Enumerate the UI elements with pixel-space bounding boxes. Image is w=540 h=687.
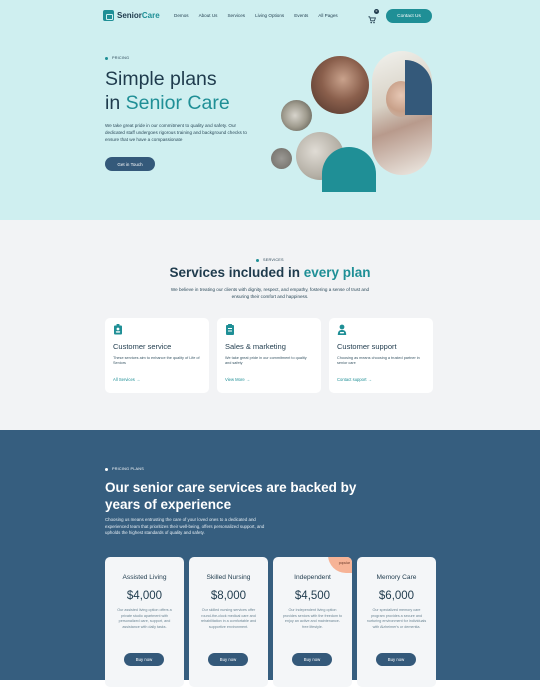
plan-name: Assisted Living xyxy=(122,574,167,581)
eyebrow-dot xyxy=(105,467,108,471)
service-card-description: These services aim to enhance the qualit… xyxy=(113,356,200,366)
pricing-title: Our senior care services are backed by y… xyxy=(105,480,357,512)
hero-section: SeniorCare Demos About Us Services Livin… xyxy=(0,0,540,220)
link-label: Contact support xyxy=(337,377,367,382)
hero-title-prefix: in xyxy=(105,92,126,114)
plan-description: Our specialized memory care program prov… xyxy=(366,608,427,630)
service-card-customer-service: Customer service These services aim to e… xyxy=(105,318,209,393)
hero-title-accent: Senior Care xyxy=(125,92,230,114)
service-card-title: Sales & marketing xyxy=(225,342,286,351)
buy-now-button[interactable]: Buy now xyxy=(376,653,416,666)
service-card-description: Choosing as means choosing a trusted par… xyxy=(337,356,420,366)
popular-badge: popular xyxy=(328,557,352,573)
popular-badge-text: popular xyxy=(338,561,350,565)
menu-item-living-options[interactable]: Living Options xyxy=(255,13,284,18)
services-title-main: Services included in xyxy=(169,265,304,280)
services-title-accent: every plan xyxy=(303,265,371,280)
buy-now-button[interactable]: Buy now xyxy=(208,653,248,666)
buy-now-button[interactable]: Buy now xyxy=(292,653,332,666)
plan-name: Memory Care xyxy=(376,574,417,581)
hero-title: Simple plans in Senior Care xyxy=(105,67,230,115)
eyebrow-dot xyxy=(105,56,108,60)
hero-decor-teal-arch xyxy=(322,147,376,192)
plan-card-assisted-living: Assisted Living $4,000 Our assisted livi… xyxy=(105,557,184,687)
arrow-right-icon: → xyxy=(245,377,251,382)
menu-item-demos[interactable]: Demos xyxy=(174,13,189,18)
pricing-description: Choosing us means entrusting the care of… xyxy=(105,517,265,536)
cart-button[interactable]: 0 xyxy=(368,9,379,24)
pricing-eyebrow: PRICING PLANS xyxy=(105,467,144,471)
eyebrow-dot xyxy=(256,258,259,262)
plan-description: Our assisted living option offers a priv… xyxy=(117,608,172,630)
cart-icon xyxy=(368,16,377,24)
support-agent-icon xyxy=(337,324,347,335)
get-in-touch-button[interactable]: Get in Touch xyxy=(105,157,155,171)
plan-price: $4,500 xyxy=(294,590,331,602)
main-menu: Demos About Us Services Living Options E… xyxy=(174,13,338,18)
plan-name: Skilled Nursing xyxy=(206,574,251,581)
arrow-right-icon: → xyxy=(136,377,141,382)
plan-price: $4,000 xyxy=(126,590,163,602)
hero-title-line1: Simple plans xyxy=(105,68,217,90)
services-eyebrow-text: SERVICES xyxy=(263,258,284,262)
contact-support-link[interactable]: Contact support → xyxy=(337,377,372,382)
service-card-description: We take great pride in our commitment to… xyxy=(225,356,307,366)
buy-now-button[interactable]: Buy now xyxy=(124,653,164,666)
plan-description: Our independent living option provides s… xyxy=(282,608,343,630)
services-eyebrow: SERVICES xyxy=(256,258,284,262)
logo-icon xyxy=(103,10,114,21)
id-badge-icon xyxy=(114,324,122,335)
hero-eyebrow: PRICING xyxy=(105,56,129,60)
pricing-section: PRICING PLANS Our senior care services a… xyxy=(0,430,540,687)
service-card-title: Customer service xyxy=(113,342,172,351)
link-label: View More xyxy=(225,377,245,382)
contact-us-button[interactable]: Contact Us xyxy=(386,9,432,23)
logo-text-accent: Care xyxy=(141,11,160,20)
service-card-customer-support: Customer support Choosing as means choos… xyxy=(329,318,433,393)
all-services-link[interactable]: All Services → xyxy=(113,377,140,382)
plan-name: Independent xyxy=(294,574,331,581)
hero-photo-elder-woman xyxy=(311,56,369,114)
top-navigation: SeniorCare Demos About Us Services Livin… xyxy=(0,0,540,32)
clipboard-icon xyxy=(226,324,234,335)
logo[interactable]: SeniorCare xyxy=(103,10,160,21)
service-card-title: Customer support xyxy=(337,342,397,351)
menu-item-about-us[interactable]: About Us xyxy=(199,13,218,18)
plan-description: Our skilled nursing services offer round… xyxy=(200,608,257,630)
hero-photo-small xyxy=(271,148,292,169)
logo-text-main: Senior xyxy=(117,11,142,20)
hero-description: We take great pride in our commitment to… xyxy=(105,123,247,142)
services-description: We believe in treating our clients with … xyxy=(170,287,370,299)
link-label: All Services xyxy=(113,377,135,382)
view-more-link[interactable]: View More → xyxy=(225,377,250,382)
services-title: Services included in every plan xyxy=(0,265,540,280)
plan-card-independent: popular Independent $4,500 Our independe… xyxy=(273,557,352,687)
menu-item-all-pages[interactable]: All Pages xyxy=(318,13,337,18)
hero-eyebrow-text: PRICING xyxy=(112,56,130,60)
menu-item-events[interactable]: Events xyxy=(294,13,308,18)
cart-count-badge: 0 xyxy=(374,9,379,14)
plan-card-skilled-nursing: Skilled Nursing $8,000 Our skilled nursi… xyxy=(189,557,268,687)
plan-card-memory-care: Memory Care $6,000 Our specialized memor… xyxy=(357,557,436,687)
plan-price: $8,000 xyxy=(210,590,247,602)
hero-photo-elder-man xyxy=(281,100,312,131)
logo-text: SeniorCare xyxy=(117,11,160,20)
plan-price: $6,000 xyxy=(378,590,415,602)
arrow-right-icon: → xyxy=(367,377,372,382)
pricing-eyebrow-text: PRICING PLANS xyxy=(112,467,144,471)
menu-item-services[interactable]: Services xyxy=(227,13,245,18)
services-section: SERVICES Services included in every plan… xyxy=(0,220,540,430)
service-card-sales-marketing: Sales & marketing We take great pride in… xyxy=(217,318,321,393)
